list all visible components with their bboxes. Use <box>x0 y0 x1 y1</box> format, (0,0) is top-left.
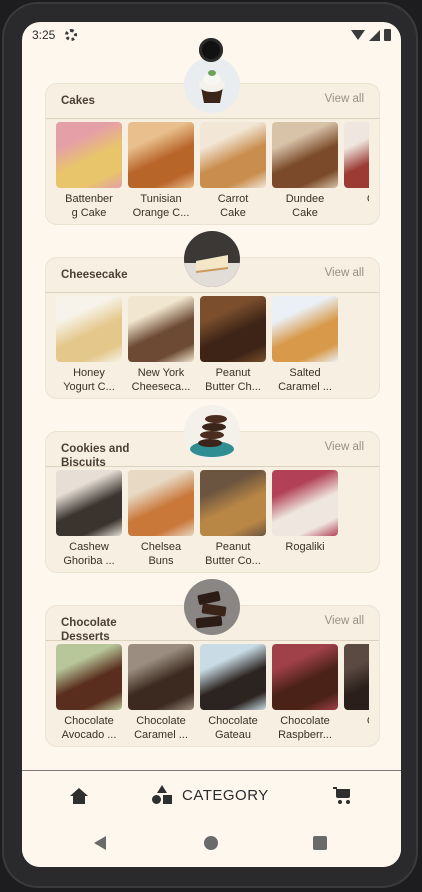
view-all-link[interactable]: View all <box>325 267 364 279</box>
food-item-label: Chocolate Gateau <box>208 715 258 741</box>
food-item[interactable]: Cashew Ghoriba ... <box>56 470 122 568</box>
category-list[interactable]: Cakes View all Battenber g Cake Tunisian … <box>22 48 401 770</box>
food-item-label: Chelsea Buns <box>140 541 182 567</box>
food-item-label: Chri C <box>344 192 369 220</box>
food-thumbnail <box>272 296 338 362</box>
wifi-icon <box>351 30 365 40</box>
food-item[interactable]: Chocolate Avocado ... <box>56 644 122 742</box>
nav-category-label: CATEGORY <box>182 786 269 804</box>
battery-icon <box>384 29 391 41</box>
food-thumbnail <box>128 644 194 710</box>
home-icon <box>70 788 88 796</box>
food-item-label: Salted Caramel ... <box>278 367 332 393</box>
settings-gear-icon <box>65 29 78 41</box>
front-camera <box>199 38 223 62</box>
food-item[interactable]: Carrot Cake <box>200 122 266 220</box>
food-item[interactable]: Salted Caramel ... <box>272 296 338 394</box>
food-thumbnail <box>272 470 338 536</box>
food-thumbnail <box>128 296 194 362</box>
item-row[interactable]: Cashew Ghoriba ... Chelsea Buns Peanut But… <box>56 470 369 570</box>
app-screen: 3:25 Cakes View all Battenber g Cake Tun… <box>22 22 401 867</box>
nav-home-button[interactable] <box>70 788 88 804</box>
food-item-label: Carrot Cake <box>217 193 249 219</box>
food-item[interactable]: Chocolate Raspberr... <box>272 644 338 742</box>
food-thumbnail <box>272 122 338 188</box>
food-thumbnail <box>344 122 369 188</box>
food-item-label: Rogaliki <box>285 541 325 553</box>
category-image-cakes[interactable] <box>184 57 240 113</box>
category-title: Cakes <box>61 95 95 107</box>
food-item[interactable]: Chri C <box>344 122 369 220</box>
food-item-label: Peanut Butter Ch... <box>205 367 261 393</box>
view-all-link[interactable]: View all <box>325 441 364 453</box>
category-title: Chocolate Desserts <box>61 617 117 643</box>
food-thumbnail <box>56 122 122 188</box>
category-title: Cookies and Biscuits <box>61 443 130 469</box>
food-item-label: Cho Sc <box>344 714 369 742</box>
food-item-label: Peanut Butter Co... <box>205 541 261 567</box>
item-row[interactable]: Battenber g Cake Tunisian Orange C... Carr… <box>56 122 369 222</box>
food-item[interactable]: Peanut Butter Ch... <box>200 296 266 394</box>
food-thumbnail <box>200 296 266 362</box>
nav-category-button[interactable]: CATEGORY <box>152 785 269 805</box>
food-item[interactable]: Chocolate Caramel ... <box>128 644 194 742</box>
food-item[interactable]: Chocolate Gateau <box>200 644 266 742</box>
food-thumbnail <box>128 122 194 188</box>
food-thumbnail <box>56 470 122 536</box>
category-image-cookies[interactable] <box>184 405 240 461</box>
food-thumbnail <box>272 644 338 710</box>
food-item[interactable]: Honey Yogurt C... <box>56 296 122 394</box>
item-row[interactable]: Honey Yogurt C... New York Cheeseca... Pea… <box>56 296 369 396</box>
food-item[interactable]: Cho Sc <box>344 644 369 742</box>
food-thumbnail <box>200 122 266 188</box>
food-item[interactable]: Peanut Butter Co... <box>200 470 266 568</box>
food-item-label: Chocolate Caramel ... <box>134 715 188 741</box>
status-time: 3:25 <box>32 28 56 42</box>
food-item-label: New York Cheeseca... <box>131 367 191 393</box>
food-item[interactable]: Dundee Cake <box>272 122 338 220</box>
food-item-label: Honey Yogurt C... <box>63 367 115 393</box>
food-thumbnail <box>128 470 194 536</box>
nav-cart-button[interactable] <box>333 787 353 805</box>
food-item-label: Cashew Ghoriba ... <box>63 541 115 567</box>
category-image-chocolate[interactable] <box>184 579 240 635</box>
food-item[interactable]: New York Cheeseca... <box>128 296 194 394</box>
food-thumbnail <box>344 644 369 710</box>
system-navigation-bar <box>22 821 401 867</box>
food-item-label: Battenber g Cake <box>65 193 113 219</box>
item-row[interactable]: Chocolate Avocado ... Chocolate Caramel .… <box>56 644 369 744</box>
home-circle-icon[interactable] <box>204 836 218 850</box>
food-item-label: Chocolate Raspberr... <box>278 715 332 741</box>
recents-icon[interactable] <box>313 836 327 850</box>
view-all-link[interactable]: View all <box>325 615 364 627</box>
food-item-label: Dundee Cake <box>285 193 325 219</box>
category-image-cheesecake[interactable] <box>184 231 240 287</box>
food-item[interactable]: Chelsea Buns <box>128 470 194 568</box>
food-item-label: Tunisian Orange C... <box>132 193 190 219</box>
bottom-navigation: CATEGORY <box>22 770 401 821</box>
food-thumbnail <box>56 296 122 362</box>
category-title: Cheesecake <box>61 269 128 281</box>
food-item[interactable]: Rogaliki <box>272 470 338 554</box>
signal-icon <box>369 29 380 41</box>
food-thumbnail <box>200 470 266 536</box>
back-icon[interactable] <box>94 836 106 850</box>
category-icon <box>152 785 172 805</box>
food-item[interactable]: Tunisian Orange C... <box>128 122 194 220</box>
view-all-link[interactable]: View all <box>325 93 364 105</box>
food-thumbnail <box>56 644 122 710</box>
food-item-label: Chocolate Avocado ... <box>61 715 117 741</box>
food-thumbnail <box>200 644 266 710</box>
food-item[interactable]: Battenber g Cake <box>56 122 122 220</box>
